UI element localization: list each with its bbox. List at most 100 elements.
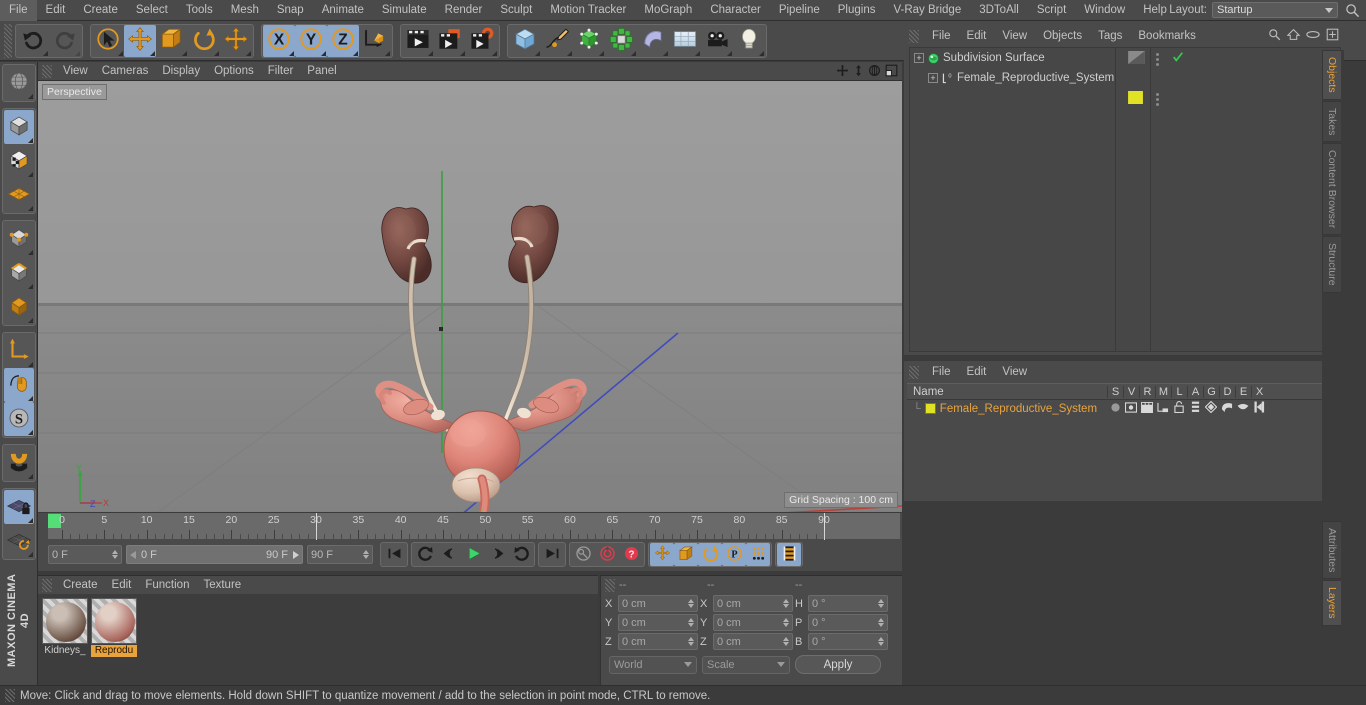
- object-enabled-check-icon[interactable]: [1172, 51, 1184, 66]
- layer-column-g[interactable]: G: [1203, 385, 1219, 398]
- object-manager-grip[interactable]: [909, 29, 919, 43]
- workplane-rotate-button[interactable]: [4, 524, 34, 558]
- axis-move-tool[interactable]: [220, 25, 252, 57]
- object-tree[interactable]: + Subdivision Surface + 0 Female_Reprodu…: [909, 47, 1341, 352]
- key-scale-button[interactable]: [674, 543, 698, 566]
- step-forward-button[interactable]: [485, 543, 509, 566]
- material-grip[interactable]: [42, 578, 52, 592]
- layer-column-l[interactable]: L: [1171, 385, 1187, 398]
- layer-column-d[interactable]: D: [1219, 385, 1235, 398]
- dolly-icon[interactable]: [853, 64, 864, 80]
- layer-color-swatch[interactable]: [924, 403, 936, 414]
- layer-column-name[interactable]: Name: [907, 386, 1107, 398]
- menu-item-script[interactable]: Script: [1028, 0, 1075, 21]
- layer-column-v[interactable]: V: [1123, 385, 1139, 398]
- coordinate-field-x-1[interactable]: 0 cm: [713, 595, 793, 612]
- tab-structure[interactable]: Structure: [1322, 236, 1341, 293]
- end-frame-field[interactable]: 90 F: [307, 545, 373, 564]
- menu-item-mesh[interactable]: Mesh: [222, 0, 268, 21]
- layer-cell-manager[interactable]: [1155, 402, 1171, 416]
- workplane-lock-button[interactable]: [3, 490, 34, 524]
- coordinate-field-y-0[interactable]: 0 cm: [618, 614, 698, 631]
- viewport-menu-cameras[interactable]: Cameras: [95, 62, 156, 81]
- object-row[interactable]: + Subdivision Surface: [910, 48, 1340, 68]
- snap-s-button[interactable]: S: [3, 402, 34, 436]
- tab-attributes[interactable]: Attributes: [1322, 520, 1341, 580]
- menu-item-3dtoall[interactable]: 3DToAll: [970, 0, 1028, 21]
- object-row[interactable]: + 0 Female_Reproductive_System: [910, 68, 1340, 106]
- add-generator-button[interactable]: [573, 25, 605, 57]
- layer-cell-render[interactable]: [1139, 401, 1155, 416]
- add-cube-button[interactable]: [509, 25, 541, 57]
- current-frame-field[interactable]: 0 F: [48, 545, 122, 564]
- layer-column-m[interactable]: M: [1155, 385, 1171, 398]
- object-tag[interactable]: [1128, 51, 1145, 64]
- go-to-start-button[interactable]: [382, 543, 406, 566]
- layout-dropdown[interactable]: Startup: [1212, 2, 1338, 18]
- menu-item-tools[interactable]: Tools: [177, 0, 222, 21]
- rotate-tool[interactable]: [188, 25, 220, 57]
- spinner-icon[interactable]: [688, 599, 694, 608]
- play-button[interactable]: [461, 543, 485, 566]
- tree-expander[interactable]: +: [928, 73, 938, 83]
- menu-item-mograph[interactable]: MoGraph: [635, 0, 701, 21]
- timeline-view-button[interactable]: [777, 543, 801, 566]
- scale-tool[interactable]: [156, 25, 188, 57]
- spinner-icon[interactable]: [363, 550, 369, 559]
- viewport-solo-button[interactable]: [3, 368, 34, 402]
- coordinates-grip[interactable]: [605, 578, 615, 592]
- menu-item-character[interactable]: Character: [701, 0, 770, 21]
- add-camera-button[interactable]: [701, 25, 733, 57]
- menu-item-motion-tracker[interactable]: Motion Tracker: [541, 0, 635, 21]
- menu-item-edit[interactable]: Edit: [37, 0, 75, 21]
- status-bar-grip[interactable]: [5, 689, 15, 702]
- key-rotation-button[interactable]: [698, 543, 722, 566]
- viewport-menu-view[interactable]: View: [56, 62, 95, 81]
- layer-column-a[interactable]: A: [1187, 385, 1203, 398]
- viewport-canvas[interactable]: Y Z X Perspective Grid Spacing : 100 cm: [38, 81, 902, 512]
- menu-item-file[interactable]: File: [0, 0, 37, 21]
- object-menu-view[interactable]: View: [994, 30, 1035, 42]
- maximize-view-icon[interactable]: [885, 64, 898, 80]
- home-icon[interactable]: [1286, 28, 1301, 44]
- eye-icon[interactable]: [1306, 29, 1320, 43]
- material-thumbnail[interactable]: [42, 598, 88, 644]
- rotate-view-icon[interactable]: [868, 64, 881, 80]
- select-tool[interactable]: [92, 25, 124, 57]
- menu-item-window[interactable]: Window: [1075, 0, 1134, 21]
- layer-column-r[interactable]: R: [1139, 385, 1155, 398]
- toolbar-grip[interactable]: [4, 23, 12, 58]
- spinner-icon[interactable]: [783, 599, 789, 608]
- texture-mode-button[interactable]: [4, 144, 34, 178]
- move-tool[interactable]: [124, 24, 156, 57]
- model-mode-button[interactable]: [3, 110, 34, 144]
- material-item[interactable]: Kidneys_: [42, 598, 88, 686]
- object-menu-objects[interactable]: Objects: [1035, 30, 1090, 42]
- layer-cell-expression[interactable]: [1235, 403, 1251, 415]
- layer-column-e[interactable]: E: [1235, 385, 1251, 398]
- render-settings-button[interactable]: [466, 25, 498, 57]
- tab-layers[interactable]: Layers: [1322, 580, 1341, 626]
- layer-menu-view[interactable]: View: [994, 366, 1035, 378]
- layer-cell-dot[interactable]: [1107, 402, 1123, 416]
- layer-manager-grip[interactable]: [909, 365, 919, 379]
- search-icon[interactable]: [1268, 28, 1281, 44]
- object-dots-icon[interactable]: [1156, 93, 1159, 106]
- search-icon[interactable]: [1345, 3, 1360, 18]
- play-reverse-loop-button[interactable]: [413, 543, 437, 566]
- world-coordinate-toggle[interactable]: [359, 25, 391, 57]
- material-menu-function[interactable]: Function: [138, 579, 196, 591]
- coordinate-mode-dropdown[interactable]: Scale: [702, 655, 790, 674]
- layer-menu-file[interactable]: File: [924, 366, 959, 378]
- menu-item-simulate[interactable]: Simulate: [373, 0, 436, 21]
- key-position-button[interactable]: [650, 543, 674, 566]
- material-menu-edit[interactable]: Edit: [105, 579, 139, 591]
- menu-item-sculpt[interactable]: Sculpt: [491, 0, 541, 21]
- material-menu-texture[interactable]: Texture: [196, 579, 248, 591]
- coordinate-field-b-2[interactable]: 0 °: [808, 633, 888, 650]
- lock-y-axis[interactable]: Y: [295, 24, 327, 57]
- coordinate-field-h-2[interactable]: 0 °: [808, 595, 888, 612]
- step-back-button[interactable]: [437, 543, 461, 566]
- menu-item-create[interactable]: Create: [74, 0, 127, 21]
- layer-cell-lock-open[interactable]: [1171, 401, 1187, 416]
